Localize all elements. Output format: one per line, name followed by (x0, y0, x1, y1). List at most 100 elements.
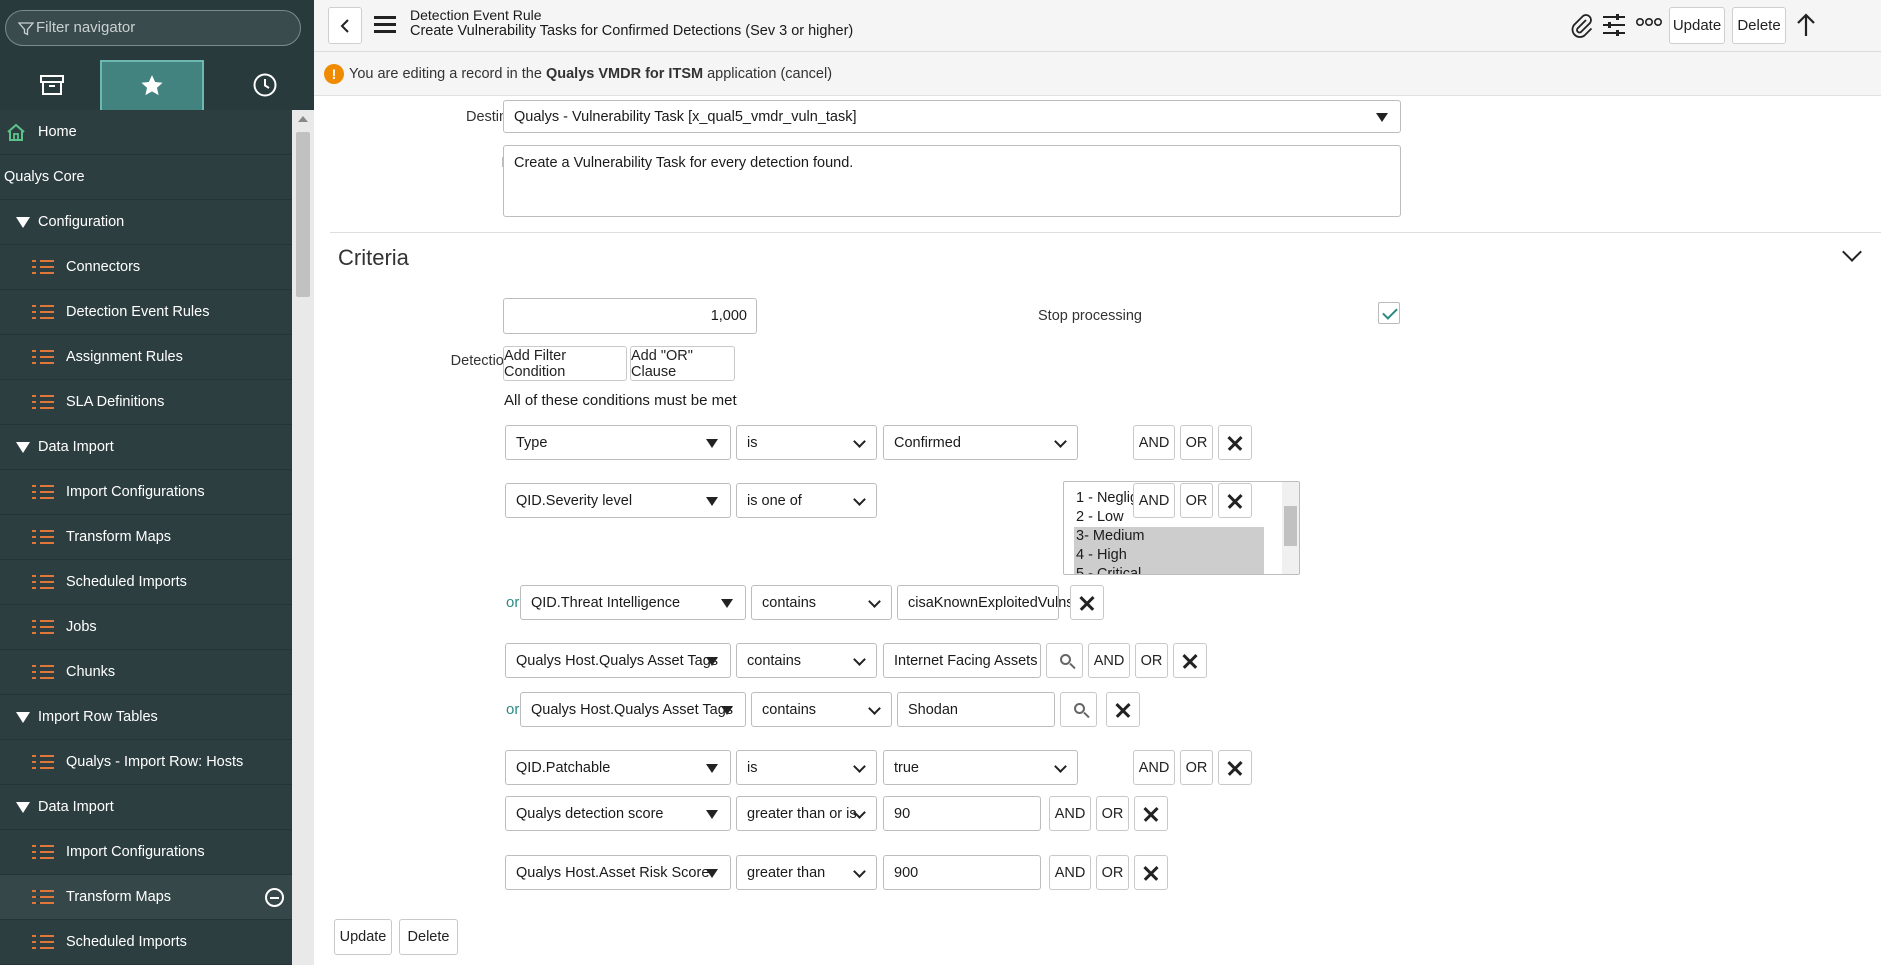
condition-operator-select[interactable]: contains (736, 643, 877, 678)
condition-operator-select[interactable]: greater than or is (736, 796, 877, 831)
back-button[interactable] (328, 7, 362, 44)
or-button[interactable]: OR (1180, 425, 1213, 460)
delete-condition-icon[interactable] (1218, 750, 1252, 785)
or-button[interactable]: OR (1180, 483, 1213, 518)
condition-field-select[interactable]: QID.Severity level (505, 483, 731, 518)
arrow-up-icon[interactable] (1796, 12, 1816, 38)
description-textarea[interactable]: Create a Vulnerability Task for every de… (503, 145, 1401, 217)
search-icon[interactable] (1060, 692, 1097, 727)
navigator-scrollbar[interactable] (292, 110, 314, 965)
add-or-clause-button[interactable]: Add "OR" Clause (630, 346, 735, 381)
list-icon (32, 754, 54, 770)
tab-history[interactable] (213, 60, 314, 110)
condition-value-input[interactable]: 90 (883, 796, 1041, 831)
delete-condition-icon[interactable] (1106, 692, 1140, 727)
condition-field-select[interactable]: Qualys Host.Qualys Asset Tags (520, 692, 746, 727)
banner-suffix[interactable]: application (cancel) (707, 66, 832, 82)
nav-item-sla-definitions[interactable]: SLA Definitions (0, 380, 292, 425)
update-button[interactable]: Update (334, 919, 392, 955)
condition-operator-select[interactable]: contains (751, 585, 892, 620)
nav-item-jobs[interactable]: Jobs (0, 605, 292, 650)
delete-button-header[interactable]: Delete (1732, 7, 1786, 44)
order-input[interactable]: 1,000 (503, 298, 757, 334)
delete-condition-icon[interactable] (1134, 796, 1168, 831)
remove-favorite-icon[interactable] (265, 888, 284, 907)
and-button[interactable]: AND (1049, 855, 1091, 890)
nav-app-qualys-core[interactable]: Qualys Core (0, 155, 292, 200)
or-button[interactable]: OR (1096, 796, 1129, 831)
or-button[interactable]: OR (1096, 855, 1129, 890)
condition-operator-select[interactable]: greater than (736, 855, 877, 890)
condition-operator-select[interactable]: is (736, 425, 877, 460)
and-button[interactable]: AND (1088, 643, 1130, 678)
condition-value-input[interactable]: 900 (883, 855, 1041, 890)
update-button-header[interactable]: Update (1669, 7, 1725, 44)
nav-item-connectors[interactable]: Connectors (0, 245, 292, 290)
and-button[interactable]: AND (1133, 483, 1175, 518)
tab-favorites[interactable] (100, 60, 204, 110)
nav-module-data-import[interactable]: Data Import (0, 425, 292, 470)
condition-field-select[interactable]: QID.Threat Intelligence (520, 585, 746, 620)
tab-all-applications[interactable] (0, 60, 104, 110)
delete-condition-icon[interactable] (1173, 643, 1207, 678)
delete-condition-icon[interactable] (1218, 483, 1252, 518)
nav-item-assignment-rules[interactable]: Assignment Rules (0, 335, 292, 380)
nav-item-transform-maps[interactable]: Transform Maps (0, 515, 292, 560)
settings-sliders-icon[interactable] (1602, 12, 1626, 38)
nav-module-configuration[interactable]: Configuration (0, 200, 292, 245)
condition-value-input[interactable]: Internet Facing Assets (883, 643, 1041, 678)
condition-field-select[interactable]: Qualys Host.Asset Risk Score (505, 855, 731, 890)
nav-module-import-row-tables[interactable]: Import Row Tables (0, 695, 292, 740)
delete-condition-icon[interactable] (1134, 855, 1168, 890)
severity-option-selected[interactable]: 5 - Critical (1074, 565, 1264, 574)
delete-condition-icon[interactable] (1218, 425, 1252, 460)
nav-item-home[interactable]: Home (0, 110, 292, 155)
or-button[interactable]: OR (1135, 643, 1168, 678)
nav-module-data-import-2[interactable]: Data Import (0, 785, 292, 830)
nav-item-scheduled-imports-2[interactable]: Scheduled Imports (0, 920, 292, 965)
condition-field-select[interactable]: Type (505, 425, 731, 460)
nav-item-import-configurations-2[interactable]: Import Configurations (0, 830, 292, 875)
nav-item-scheduled-imports[interactable]: Scheduled Imports (0, 560, 292, 605)
condition-operator-select[interactable]: is (736, 750, 877, 785)
context-menu-icon[interactable] (374, 16, 396, 34)
nav-item-import-configurations[interactable]: Import Configurations (0, 470, 292, 515)
nav-item-transform-maps-2[interactable]: Transform Maps (0, 875, 292, 920)
destination-table-select[interactable]: Qualys - Vulnerability Task [x_qual5_vmd… (503, 100, 1401, 133)
add-filter-condition-button[interactable]: Add Filter Condition (503, 346, 627, 381)
condition-value-select[interactable]: true (883, 750, 1078, 785)
or-button[interactable]: OR (1180, 750, 1213, 785)
multi-select-scrollbar[interactable] (1282, 482, 1299, 574)
scrollbar-thumb[interactable] (296, 132, 310, 297)
all-conditions-text: All of these conditions must be met (504, 392, 737, 409)
condition-operator-select[interactable]: is one of (736, 483, 877, 518)
and-button[interactable]: AND (1049, 796, 1091, 831)
scrollbar-thumb[interactable] (1284, 506, 1297, 546)
collapse-chevron-icon[interactable] (1842, 242, 1862, 262)
condition-field-select[interactable]: QID.Patchable (505, 750, 731, 785)
and-button[interactable]: AND (1133, 750, 1175, 785)
search-icon[interactable] (1046, 643, 1083, 678)
severity-option-selected[interactable]: 4 - High (1074, 546, 1264, 565)
nav-item-detection-event-rules[interactable]: Detection Event Rules (0, 290, 292, 335)
condition-operator-select[interactable]: contains (751, 692, 892, 727)
more-options-icon[interactable] (1636, 17, 1662, 27)
paperclip-icon[interactable] (1570, 12, 1592, 38)
scroll-up-arrow-icon[interactable] (298, 116, 308, 122)
delete-button[interactable]: Delete (399, 919, 458, 955)
nav-item-chunks[interactable]: Chunks (0, 650, 292, 695)
nav-item-label: Detection Event Rules (66, 304, 210, 320)
condition-value-select[interactable]: Confirmed (883, 425, 1078, 460)
condition-value-input[interactable]: cisaKnownExploitedVulns (897, 585, 1074, 620)
condition-field-select[interactable]: Qualys Host.Qualys Asset Tags (505, 643, 731, 678)
condition-field-select[interactable]: Qualys detection score (505, 796, 731, 831)
severity-option-selected[interactable]: 3- Medium (1074, 527, 1264, 546)
filter-navigator-input[interactable]: Filter navigator (5, 10, 301, 46)
stop-processing-checkbox[interactable] (1378, 302, 1400, 324)
condition-value-input[interactable]: Shodan (897, 692, 1055, 727)
list-icon (32, 934, 54, 950)
delete-condition-icon[interactable] (1070, 585, 1104, 620)
and-button[interactable]: AND (1133, 425, 1175, 460)
nav-item-import-row-hosts[interactable]: Qualys - Import Row: Hosts (0, 740, 292, 785)
nav-item-label: Scheduled Imports (66, 934, 187, 950)
